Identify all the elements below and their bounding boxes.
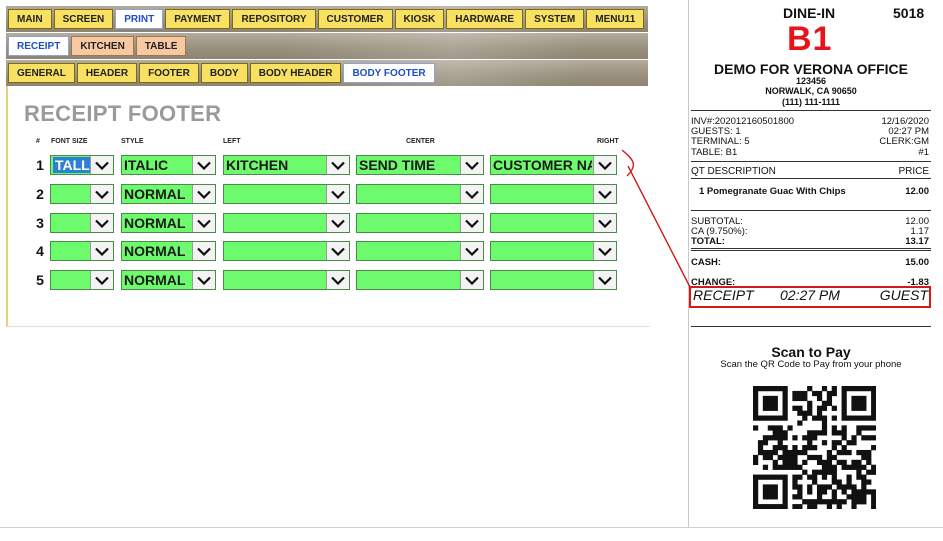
- tab-hardware[interactable]: HARDWARE: [446, 9, 524, 29]
- tab-table[interactable]: TABLE: [135, 36, 187, 56]
- tab-general[interactable]: GENERAL: [8, 63, 75, 83]
- tab-main[interactable]: MAIN: [8, 9, 52, 29]
- tab-footer[interactable]: FOOTER: [139, 63, 199, 83]
- tab-header[interactable]: HEADER: [76, 63, 138, 83]
- tab-system[interactable]: SYSTEM: [525, 9, 585, 29]
- tab-screen[interactable]: SCREEN: [53, 9, 114, 29]
- tab-payment[interactable]: PAYMENT: [165, 9, 231, 29]
- main-tab-bar: MAIN SCREEN PRINT PAYMENT REPOSITORY CUS…: [6, 6, 648, 32]
- tab-repository[interactable]: REPOSITORY: [232, 9, 316, 29]
- tab-body[interactable]: BODY: [200, 63, 248, 83]
- tab-kiosk[interactable]: KIOSK: [394, 9, 445, 29]
- tab-customer[interactable]: CUSTOMER: [317, 9, 393, 29]
- bottom-rule: [0, 527, 943, 528]
- tab-print[interactable]: PRINT: [115, 9, 164, 29]
- tab-kitchen[interactable]: KITCHEN: [71, 36, 134, 56]
- tab-body-footer[interactable]: BODY FOOTER: [343, 63, 435, 83]
- tab-menu11[interactable]: MENU11: [586, 9, 645, 29]
- tab-receipt[interactable]: RECEIPT: [8, 36, 70, 56]
- tab-body-header[interactable]: BODY HEADER: [249, 63, 342, 83]
